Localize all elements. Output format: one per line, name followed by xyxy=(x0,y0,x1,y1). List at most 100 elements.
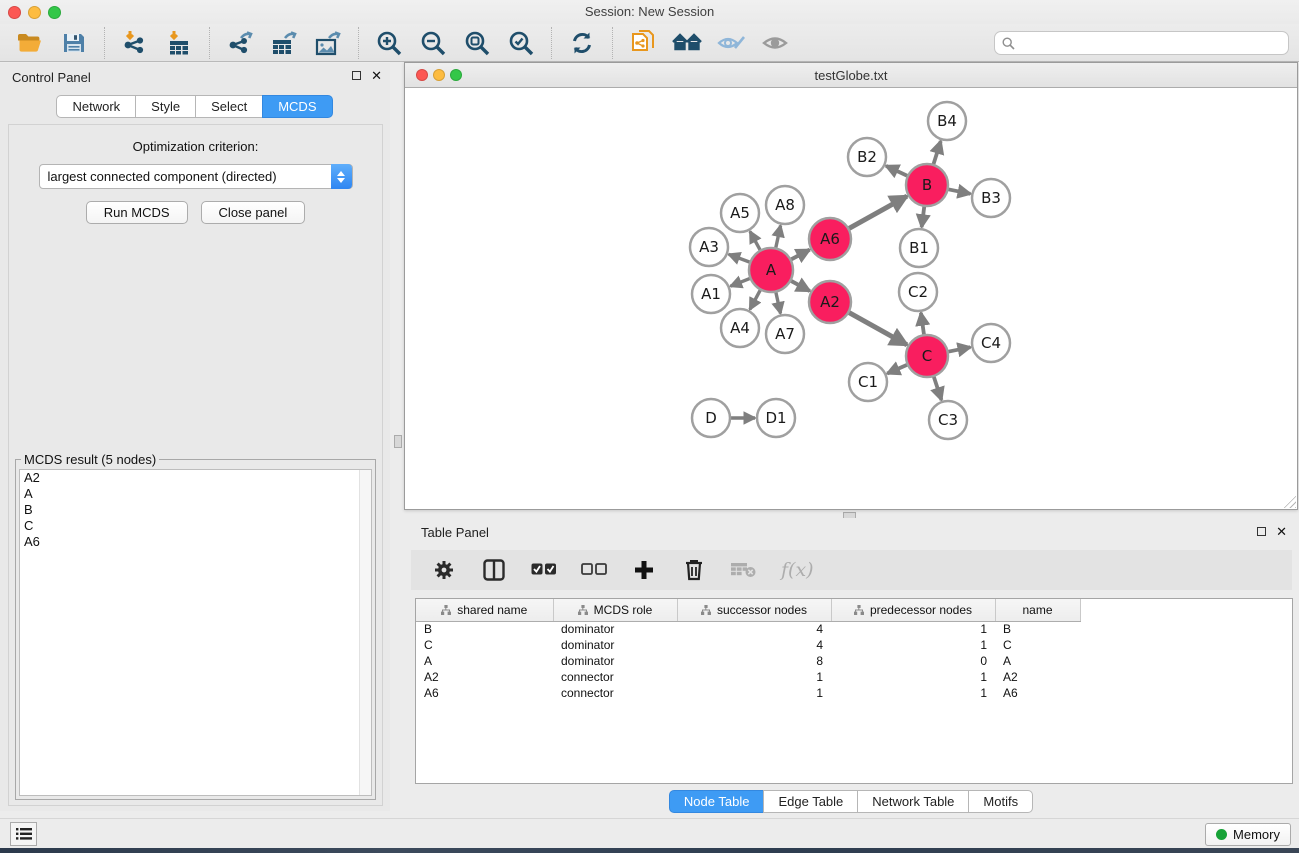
graph-edge-B-B1[interactable] xyxy=(922,206,925,227)
graph-edge-A-A4[interactable] xyxy=(750,289,761,309)
search-field[interactable] xyxy=(994,31,1289,55)
graph-edge-A-A5[interactable] xyxy=(750,231,760,250)
open-file-button[interactable] xyxy=(14,27,46,59)
table-row[interactable]: Adominator80A xyxy=(416,653,1292,669)
export-network-button[interactable] xyxy=(224,27,256,59)
zoom-fit-button[interactable] xyxy=(461,27,493,59)
memory-button[interactable]: Memory xyxy=(1205,823,1291,846)
table-cell[interactable]: 1 xyxy=(831,637,995,653)
zoom-selected-button[interactable] xyxy=(505,27,537,59)
graph-edge-A-A8[interactable] xyxy=(776,226,781,249)
float-panel-icon[interactable] xyxy=(352,71,361,80)
table-row[interactable]: A6connector11A6 xyxy=(416,685,1292,701)
mcds-result-item[interactable]: A xyxy=(20,486,371,502)
mcds-result-list[interactable]: A2ABCA6 xyxy=(19,469,372,796)
table-cell[interactable]: dominator xyxy=(553,621,677,637)
save-session-button[interactable] xyxy=(58,27,90,59)
graph-edge-C-C4[interactable] xyxy=(948,347,971,352)
graph-edge-A6-B[interactable] xyxy=(848,196,907,229)
new-network-from-selection-button[interactable] xyxy=(627,27,659,59)
run-mcds-button[interactable]: Run MCDS xyxy=(86,201,188,224)
first-neighbors-button[interactable] xyxy=(671,27,703,59)
graph-edge-B-B4[interactable] xyxy=(933,141,940,165)
table-cell[interactable]: B xyxy=(995,621,1080,637)
table-cell[interactable]: A2 xyxy=(995,669,1080,685)
show-all-button[interactable] xyxy=(759,27,791,59)
table-cell[interactable]: C xyxy=(995,637,1080,653)
gear-icon[interactable] xyxy=(431,557,457,583)
table-cell[interactable]: connector xyxy=(553,669,677,685)
table-cell[interactable]: 1 xyxy=(831,621,995,637)
float-table-panel-icon[interactable] xyxy=(1257,527,1266,536)
zoom-in-button[interactable] xyxy=(373,27,405,59)
optimization-criterion-select[interactable]: largest connected component (directed) xyxy=(39,164,353,189)
tab-style[interactable]: Style xyxy=(135,95,196,118)
import-table-button[interactable] xyxy=(163,27,195,59)
table-cell[interactable]: A6 xyxy=(995,685,1080,701)
delete-table-icon[interactable] xyxy=(731,557,757,583)
mcds-result-item[interactable]: A6 xyxy=(20,534,371,550)
import-network-button[interactable] xyxy=(119,27,151,59)
export-table-button[interactable] xyxy=(268,27,300,59)
hide-selected-button[interactable] xyxy=(715,27,747,59)
column-header-name[interactable]: name xyxy=(995,599,1080,621)
tab-mcds[interactable]: MCDS xyxy=(262,95,332,118)
column-header-MCDS-role[interactable]: MCDS role xyxy=(553,599,677,621)
network-window-titlebar[interactable]: testGlobe.txt xyxy=(405,63,1297,88)
deselect-all-icon[interactable] xyxy=(581,557,607,583)
graph-edge-A-A3[interactable] xyxy=(729,254,751,262)
node-table[interactable]: shared nameMCDS rolesuccessor nodesprede… xyxy=(415,598,1293,784)
table-cell[interactable]: 4 xyxy=(677,621,831,637)
table-cell[interactable]: B xyxy=(416,621,553,637)
vertical-splitter-grip[interactable] xyxy=(394,435,402,448)
close-panel-button[interactable]: Close panel xyxy=(201,201,306,224)
table-cell[interactable]: A6 xyxy=(416,685,553,701)
zoom-out-button[interactable] xyxy=(417,27,449,59)
network-canvas[interactable]: AA1A2A3A4A5A6A7A8BB1B2B3B4CC1C2C3C4DD1 xyxy=(405,88,1297,509)
graph-edge-A-A2[interactable] xyxy=(790,280,809,291)
graph-edge-A2-C[interactable] xyxy=(848,312,907,345)
function-builder-icon[interactable]: f(x) xyxy=(781,559,814,581)
graph-edge-C-C1[interactable] xyxy=(887,364,908,373)
close-table-panel-icon[interactable]: ✕ xyxy=(1276,526,1287,537)
apply-layout-button[interactable] xyxy=(566,27,598,59)
column-header-shared-name[interactable]: shared name xyxy=(416,599,553,621)
close-panel-icon[interactable]: ✕ xyxy=(371,70,382,81)
tab-select[interactable]: Select xyxy=(195,95,263,118)
tab-motifs[interactable]: Motifs xyxy=(968,790,1033,813)
table-cell[interactable]: C xyxy=(416,637,553,653)
tab-network-table[interactable]: Network Table xyxy=(857,790,969,813)
graph-edge-A-A6[interactable] xyxy=(790,250,809,260)
column-header-successor-nodes[interactable]: successor nodes xyxy=(677,599,831,621)
mcds-result-item[interactable]: C xyxy=(20,518,371,534)
table-cell[interactable]: 4 xyxy=(677,637,831,653)
tab-node-table[interactable]: Node Table xyxy=(669,790,765,813)
mcds-result-item[interactable]: A2 xyxy=(20,470,371,486)
graph-edge-B-B2[interactable] xyxy=(886,166,908,176)
search-input[interactable] xyxy=(1020,36,1288,51)
table-row[interactable]: A2connector11A2 xyxy=(416,669,1292,685)
table-cell[interactable]: A xyxy=(416,653,553,669)
table-row[interactable]: Cdominator41C xyxy=(416,637,1292,653)
export-image-button[interactable] xyxy=(312,27,344,59)
graph-edge-A-A7[interactable] xyxy=(776,291,781,313)
table-cell[interactable]: A xyxy=(995,653,1080,669)
table-cell[interactable]: A2 xyxy=(416,669,553,685)
columns-icon[interactable] xyxy=(481,557,507,583)
table-cell[interactable]: connector xyxy=(553,685,677,701)
table-cell[interactable]: 1 xyxy=(677,669,831,685)
tab-network[interactable]: Network xyxy=(56,95,136,118)
node-table-header[interactable]: shared nameMCDS rolesuccessor nodesprede… xyxy=(416,599,1292,621)
add-column-icon[interactable] xyxy=(631,557,657,583)
show-panel-menu-button[interactable] xyxy=(10,822,37,846)
table-cell[interactable]: 8 xyxy=(677,653,831,669)
table-cell[interactable]: dominator xyxy=(553,637,677,653)
select-all-icon[interactable] xyxy=(531,557,557,583)
table-row[interactable]: Bdominator41B xyxy=(416,621,1292,637)
delete-icon[interactable] xyxy=(681,557,707,583)
graph-edge-C-C2[interactable] xyxy=(921,313,924,335)
table-cell[interactable]: 0 xyxy=(831,653,995,669)
mcds-list-scrollbar[interactable] xyxy=(359,470,371,795)
graph-edge-B-B3[interactable] xyxy=(948,189,971,194)
tab-edge-table[interactable]: Edge Table xyxy=(763,790,858,813)
